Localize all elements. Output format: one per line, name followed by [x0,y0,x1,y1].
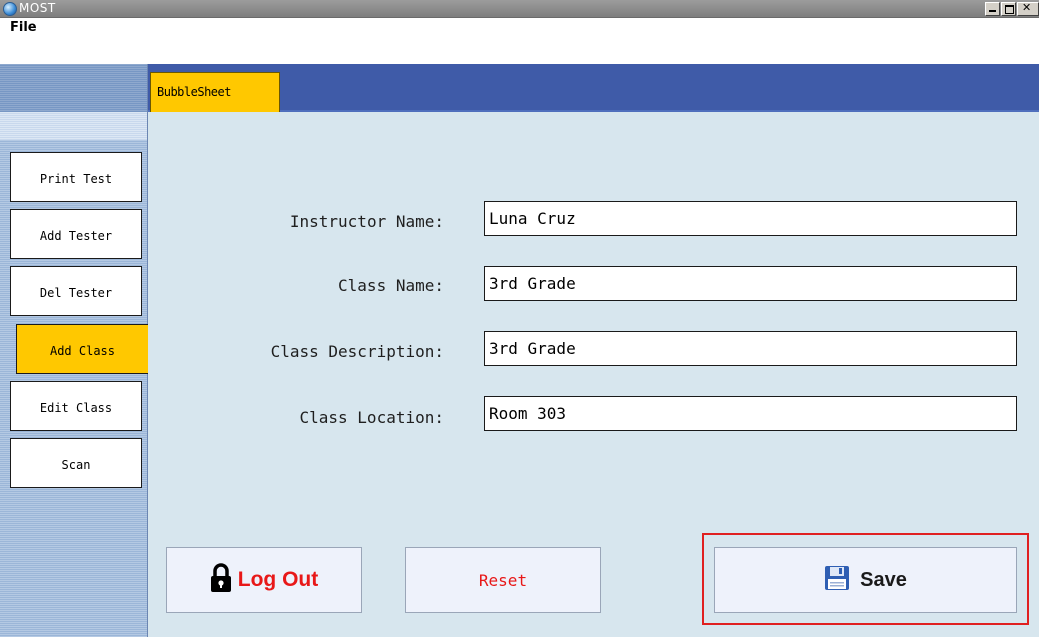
window-title: MOST [19,1,56,15]
sidebar-item-scan[interactable]: Scan [10,438,142,488]
maximize-button[interactable] [1001,2,1016,16]
instructor-name-label: Instructor Name: [289,212,444,231]
class-description-input[interactable] [484,331,1017,366]
padlock-icon [210,563,232,597]
log-out-label: Log Out [237,568,319,591]
close-button[interactable] [1017,1,1039,16]
globe-icon [3,2,17,16]
class-location-label: Class Location: [299,408,445,427]
instructor-name-input[interactable] [484,201,1017,236]
menu-file[interactable]: File [10,20,37,35]
class-name-input[interactable] [484,266,1017,301]
class-name-label: Class Name: [338,276,444,295]
log-out-button[interactable]: Log Out [166,547,362,613]
save-button[interactable]: Save [714,547,1017,613]
title-bar: MOST [0,0,1039,18]
menu-bar: File [0,18,1039,64]
floppy-disk-icon [824,565,850,595]
class-location-input[interactable] [484,396,1017,431]
reset-button[interactable]: Reset [405,547,601,613]
sidebar-item-label: Edit Class [39,401,113,415]
sidebar-item-label: Add Class [49,344,116,358]
sidebar-item-label: Del Tester [39,286,113,300]
sidebar-item-edit-class[interactable]: Edit Class [10,381,142,431]
sidebar-item-add-tester[interactable]: Add Tester [10,209,142,259]
class-description-label: Class Description: [270,342,444,361]
sidebar-header [0,64,147,112]
sidebar-item-label: Print Test [39,172,113,186]
sidebar-item-label: Add Tester [39,229,113,243]
sidebar-divider [0,112,147,140]
tab-strip [148,64,1039,112]
save-label: Save [860,568,907,591]
sidebar-item-label: Scan [61,458,91,472]
sidebar-item-print-test[interactable]: Print Test [10,152,142,202]
sidebar-item-del-tester[interactable]: Del Tester [10,266,142,316]
reset-label: Reset [478,570,528,590]
tab-bubblesheet[interactable]: BubbleSheet [150,72,280,112]
minimize-button[interactable] [985,2,1000,16]
sidebar-item-add-class[interactable]: Add Class [16,324,148,374]
